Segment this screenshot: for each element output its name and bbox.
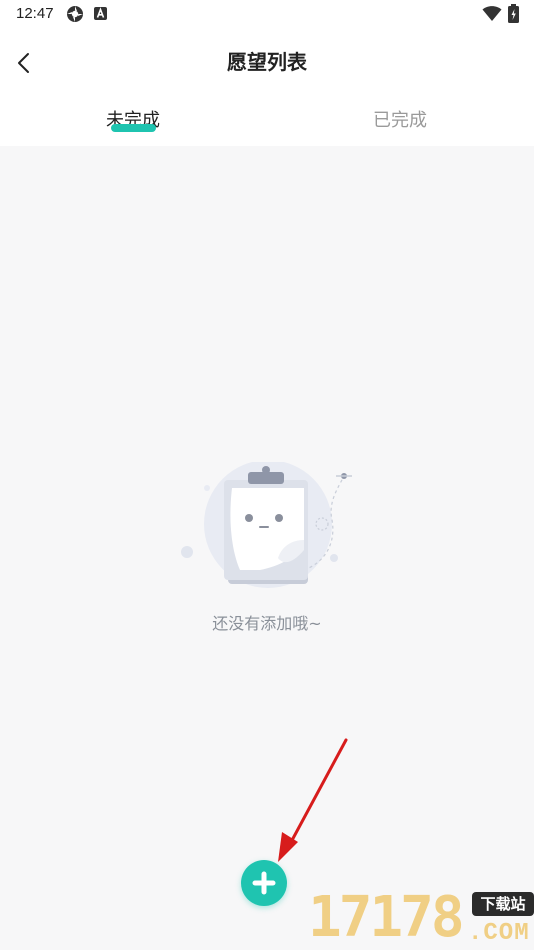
empty-state-message: 还没有添加哦~ [212,614,322,633]
page-title: 愿望列表 [227,50,307,74]
status-bar: 12:47 [0,0,534,28]
annotation-arrow [278,738,348,862]
a-notification-icon [94,7,107,20]
wifi-icon [482,6,502,21]
watermark-domain: .COM [468,920,530,947]
watermark-badge: 下载站 [472,892,534,916]
battery-icon [508,4,519,23]
site-watermark: 17178 下载站 .COM [308,886,534,950]
header: 愿望列表 未完成 已完成 [0,28,534,146]
clipboard-face-illustration [181,462,352,588]
sync-icon [67,6,83,22]
watermark-digits: 17178 [308,885,465,950]
active-tab-indicator [111,124,156,132]
add-wish-button[interactable] [241,860,287,906]
status-time: 12:47 [16,5,54,22]
tab-completed[interactable]: 已完成 [340,106,460,132]
plus-icon [252,871,276,895]
